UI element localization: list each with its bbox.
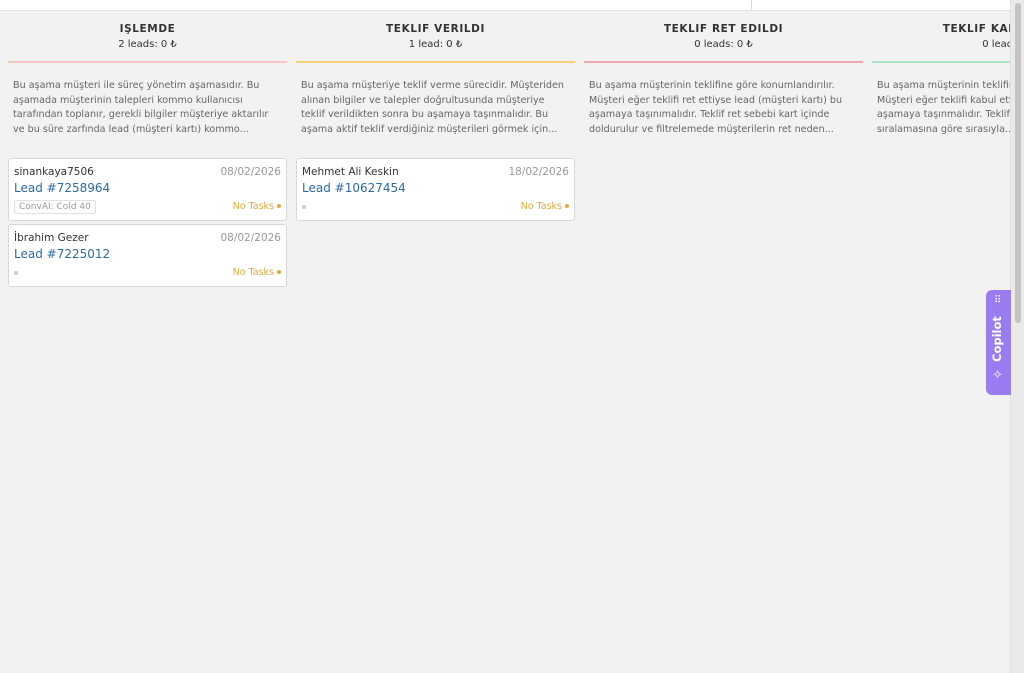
- scrollbar-thumb[interactable]: [1015, 3, 1021, 323]
- top-toolbar: [0, 0, 1010, 11]
- column-summary: 0 leads: 0 ₺: [982, 39, 1010, 50]
- column-summary: 1 lead: 0 ₺: [408, 39, 463, 50]
- column-description: Bu aşama müşteriye teklif verme sürecidi…: [301, 80, 564, 135]
- tasks-status[interactable]: No Tasks: [233, 201, 281, 212]
- column-islemde: IŞLEMDE 2 leads: 0 ₺ Bu aşama müşteri il…: [8, 11, 287, 137]
- column-header[interactable]: TEKLIF RET EDILDI 0 leads: 0 ₺: [584, 11, 863, 63]
- column-title: TEKLIF KABUL EDILDI: [942, 23, 1010, 35]
- lead-tag[interactable]: ConvAI: Cold 40: [14, 200, 96, 214]
- column-teklif-verildi: TEKLIF VERILDI 1 lead: 0 ₺ Bu aşama müşt…: [296, 11, 575, 137]
- lead-card[interactable]: Mehmet Ali Keskin 18/02/2026 Lead #10627…: [296, 158, 575, 221]
- column-teklif-ret-edildi: TEKLIF RET EDILDI 0 leads: 0 ₺ Bu aşama …: [584, 11, 863, 137]
- lead-link[interactable]: Lead #7258964: [14, 181, 110, 195]
- column-title: TEKLIF RET EDILDI: [663, 23, 784, 35]
- column-header[interactable]: TEKLIF VERILDI 1 lead: 0 ₺: [296, 11, 575, 63]
- contact-name[interactable]: Mehmet Ali Keskin: [302, 166, 399, 178]
- column-title: IŞLEMDE: [119, 23, 176, 35]
- status-dot-icon: [14, 271, 18, 275]
- column-summary: 2 leads: 0 ₺: [118, 39, 177, 50]
- lead-link[interactable]: Lead #10627454: [302, 181, 406, 195]
- contact-name[interactable]: sinankaya7506: [14, 166, 94, 178]
- pipeline-board: IŞLEMDE 2 leads: 0 ₺ Bu aşama müşteri il…: [0, 11, 1010, 673]
- drag-handle-icon[interactable]: ⠿: [994, 296, 1001, 306]
- top-search-area[interactable]: [0, 0, 752, 11]
- copilot-label: Copilot: [990, 316, 1004, 362]
- column-title: TEKLIF VERILDI: [386, 23, 485, 35]
- sparkle-icon: ✧: [992, 368, 1003, 383]
- lead-date: 18/02/2026: [508, 166, 569, 178]
- copilot-button[interactable]: ⠿ Copilot ✧: [986, 290, 1011, 395]
- column-summary: 0 leads: 0 ₺: [694, 39, 753, 50]
- lead-link[interactable]: Lead #7225012: [14, 247, 110, 261]
- lead-card[interactable]: sinankaya7506 08/02/2026 Lead #7258964 C…: [8, 158, 287, 221]
- tasks-status[interactable]: No Tasks: [233, 267, 281, 278]
- column-description: Bu aşama müşterinin teklifine göre konum…: [589, 80, 843, 135]
- column-teklif-kabul-edildi: TEKLIF KABUL EDILDI 0 leads: 0 ₺ Bu aşam…: [872, 11, 1010, 137]
- top-actions-area: [752, 0, 1010, 11]
- lead-date: 08/02/2026: [220, 232, 281, 244]
- column-header[interactable]: IŞLEMDE 2 leads: 0 ₺: [8, 11, 287, 63]
- tasks-status[interactable]: No Tasks: [521, 201, 569, 212]
- column-description: Bu aşama müşteri ile süreç yönetim aşama…: [13, 80, 269, 135]
- vertical-scrollbar[interactable]: [1010, 0, 1024, 673]
- contact-name[interactable]: İbrahim Gezer: [14, 232, 89, 244]
- column-header[interactable]: TEKLIF KABUL EDILDI 0 leads: 0 ₺: [872, 11, 1010, 63]
- lead-date: 08/02/2026: [220, 166, 281, 178]
- status-dot-icon: [302, 205, 306, 209]
- lead-card[interactable]: İbrahim Gezer 08/02/2026 Lead #7225012 N…: [8, 224, 287, 287]
- column-description: Bu aşama müşterinin teklifine göre konum…: [877, 80, 1010, 135]
